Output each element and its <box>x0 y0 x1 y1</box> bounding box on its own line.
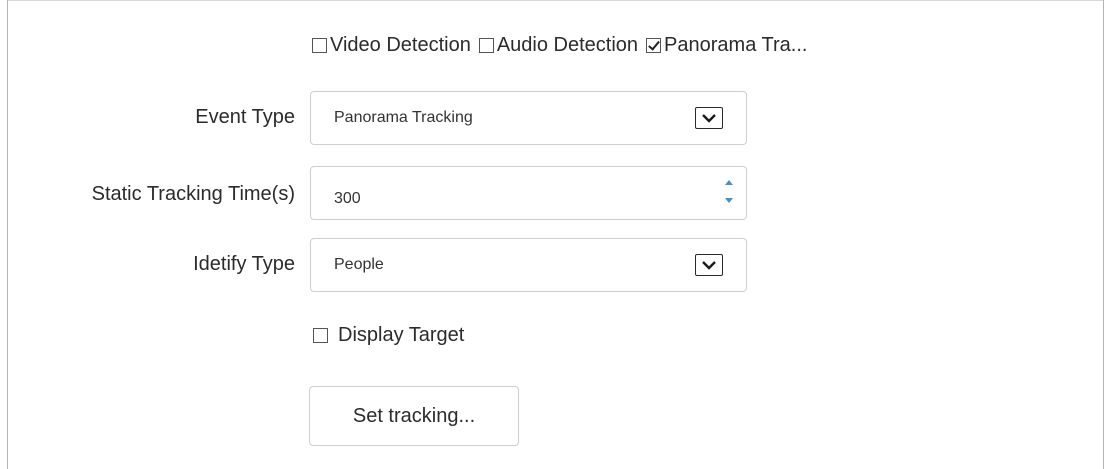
video-detection-checkbox[interactable]: Video Detection <box>312 33 471 57</box>
set-tracking-button[interactable]: Set tracking... <box>309 386 519 446</box>
chevron-down-icon[interactable] <box>695 254 723 276</box>
tracking-settings-panel: Video Detection Audio Detection Panorama… <box>7 0 1104 469</box>
chevron-down-icon[interactable] <box>695 107 723 129</box>
checkbox-icon[interactable] <box>312 37 327 53</box>
arrow-up-icon <box>725 180 733 185</box>
static-tracking-time-label: Static Tracking Time(s) <box>91 183 295 205</box>
display-target-label: Display Target <box>338 324 465 346</box>
static-tracking-time-input[interactable]: 300 <box>310 166 747 220</box>
checkbox-icon[interactable] <box>478 37 494 53</box>
identify-type-value: People <box>334 256 384 273</box>
audio-detection-label: Audio Detection <box>496 34 639 56</box>
event-type-label: Event Type <box>195 106 295 128</box>
checkbox-icon[interactable] <box>313 328 328 343</box>
top-divider <box>8 0 1103 1</box>
display-target-checkbox[interactable]: Display Target <box>313 324 464 347</box>
event-type-select[interactable]: Panorama Tracking <box>310 91 747 145</box>
panorama-tracking-checkbox[interactable]: Panorama Tra... <box>646 33 807 57</box>
number-spinner[interactable] <box>723 175 735 211</box>
audio-detection-checkbox[interactable]: Audio Detection <box>478 33 639 57</box>
panorama-tracking-label: Panorama Tra... <box>664 34 808 56</box>
identify-type-label: Idetify Type <box>193 253 295 275</box>
event-type-value: Panorama Tracking <box>334 109 473 126</box>
checkmark-icon[interactable] <box>646 37 662 53</box>
video-detection-label: Video Detection <box>330 34 471 56</box>
detection-type-group: Video Detection Audio Detection Panorama… <box>312 33 815 57</box>
static-tracking-time-value: 300 <box>334 189 361 207</box>
arrow-down-icon <box>725 198 733 203</box>
identify-type-select[interactable]: People <box>310 238 747 292</box>
